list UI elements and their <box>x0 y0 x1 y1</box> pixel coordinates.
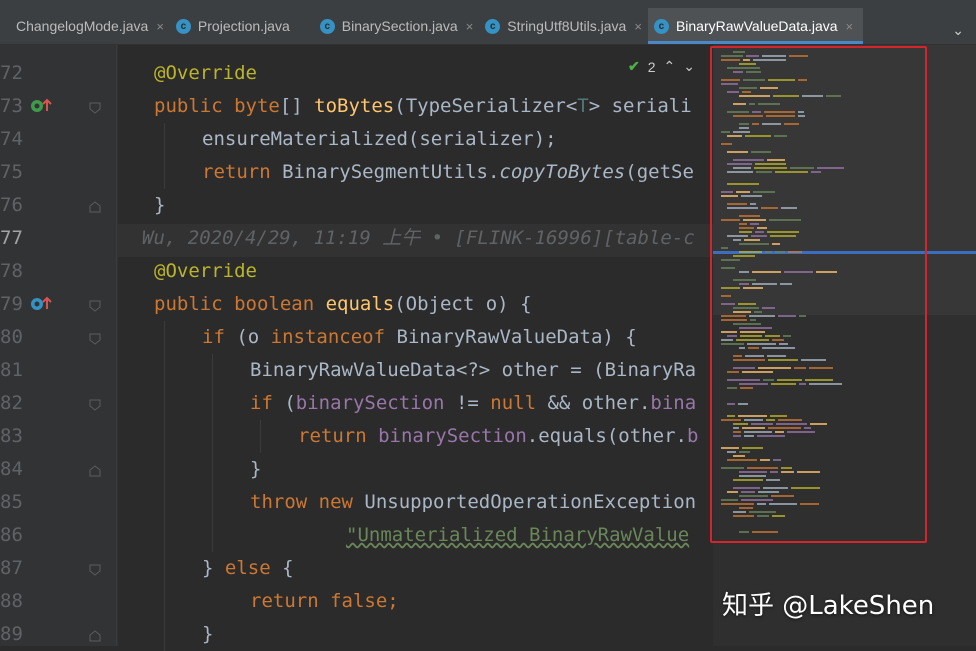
window-top-strip <box>0 0 976 8</box>
chevron-up-icon[interactable]: ⌃ <box>664 58 676 75</box>
line-number: 83 <box>0 425 23 447</box>
tab-label: BinarySection.java <box>341 18 458 34</box>
code-line-74: ensureMaterialized(serializer); <box>202 128 557 150</box>
indent-guide <box>212 354 213 552</box>
line-number: 85 <box>0 491 23 513</box>
code-line-76: } <box>154 194 166 216</box>
close-icon[interactable]: × <box>634 19 642 34</box>
line-number: 88 <box>0 590 23 612</box>
line-number: 89 <box>0 623 23 645</box>
tab-label: BinaryRawValueData.java <box>675 18 838 34</box>
code-line-86: "Unmaterialized BinaryRawValue <box>346 524 690 546</box>
tab-projection[interactable]: c Projection.java <box>170 8 296 44</box>
implements-method-icon[interactable] <box>30 97 54 115</box>
fold-icon[interactable] <box>89 102 101 114</box>
fold-icon[interactable] <box>89 399 101 411</box>
code-line-72: @Override <box>154 62 257 84</box>
code-line-88: return false; <box>250 590 399 612</box>
code-line-78: @Override <box>154 260 257 282</box>
highlight-box <box>710 46 927 543</box>
indent-guide <box>164 123 165 189</box>
line-number: 72 <box>0 62 23 84</box>
indent-guide <box>116 45 117 646</box>
chevron-down-icon[interactable]: ⌄ <box>952 22 964 39</box>
fold-end-icon[interactable] <box>89 630 101 642</box>
fold-icon[interactable] <box>89 564 101 576</box>
close-icon[interactable]: × <box>846 19 854 34</box>
code-line-89: } <box>202 623 214 645</box>
indent-guide <box>164 321 165 651</box>
line-number: 76 <box>0 194 23 216</box>
line-number: 84 <box>0 458 23 480</box>
close-icon[interactable]: × <box>466 19 474 34</box>
class-icon: c <box>485 18 501 34</box>
line-number: 77 <box>0 227 23 249</box>
watermark: 知乎 @LakeShen <box>722 591 935 621</box>
tab-binaryrawvaluedata[interactable]: c BinaryRawValueData.java × <box>647 8 864 44</box>
tab-stringutf8utils[interactable]: c StringUtf8Utils.java × <box>479 8 648 44</box>
line-number: 75 <box>0 161 23 183</box>
fold-end-icon[interactable] <box>89 465 101 477</box>
tab-label: StringUtf8Utils.java <box>507 18 627 34</box>
line-number: 78 <box>0 260 23 282</box>
editor-tab-bar: ChangelogMode.java × c Projection.java c… <box>0 8 976 45</box>
code-line-82: if (binarySection != null && other.bina <box>250 392 697 414</box>
class-icon: c <box>319 18 335 34</box>
fold-end-icon[interactable] <box>89 201 101 213</box>
line-number: 80 <box>0 326 23 348</box>
line-number: 81 <box>0 359 23 381</box>
tab-binarysection[interactable]: c BinarySection.java × <box>314 8 480 44</box>
indent-guide <box>260 420 261 453</box>
tab-label: ChangelogMode.java <box>16 18 149 34</box>
fold-icon[interactable] <box>89 300 101 312</box>
line-number: 74 <box>0 128 23 150</box>
code-line-73: public byte[] toBytes(TypeSerializer<T> … <box>154 95 692 117</box>
code-line-80: if (o instanceof BinaryRawValueData) { <box>202 326 637 348</box>
inspection-count: 2 <box>647 58 656 75</box>
line-gutter: 72 73 74 75 76 77 78 79 80 81 82 83 84 8… <box>0 45 118 646</box>
checkmark-icon: ✔ <box>628 58 640 74</box>
line-number: 79 <box>0 293 23 315</box>
fold-icon[interactable] <box>89 333 101 345</box>
close-icon[interactable]: × <box>156 19 164 34</box>
code-line-81: BinaryRawValueData<?> other = (BinaryRa <box>250 359 697 381</box>
tab-changelogmode[interactable]: ChangelogMode.java × <box>0 8 170 44</box>
code-line-75: return BinarySegmentUtils.copyToBytes(ge… <box>202 161 694 183</box>
line-number: 86 <box>0 524 23 546</box>
line-number: 87 <box>0 557 23 579</box>
git-blame-annotation: Wu, 2020/4/29, 11:19 上午 • [FLINK-16996][… <box>142 227 695 249</box>
code-line-79: public boolean equals(Object o) { <box>154 293 532 315</box>
code-line-87: } else { <box>202 557 294 579</box>
class-icon: c <box>653 18 669 34</box>
class-icon: c <box>175 18 191 34</box>
overrides-method-icon[interactable] <box>30 295 54 313</box>
inspection-widget[interactable]: ✔ 2 ⌃ ⌄ <box>628 58 695 75</box>
chevron-down-icon[interactable]: ⌄ <box>683 58 695 75</box>
code-line-83: return binarySection.equals(other.b <box>298 425 699 447</box>
tab-label: Projection.java <box>197 18 290 34</box>
line-number: 73 <box>0 95 23 117</box>
code-line-85: throw new UnsupportedOperationException <box>250 491 697 513</box>
line-number: 82 <box>0 392 23 414</box>
code-line-84: } <box>250 458 262 480</box>
